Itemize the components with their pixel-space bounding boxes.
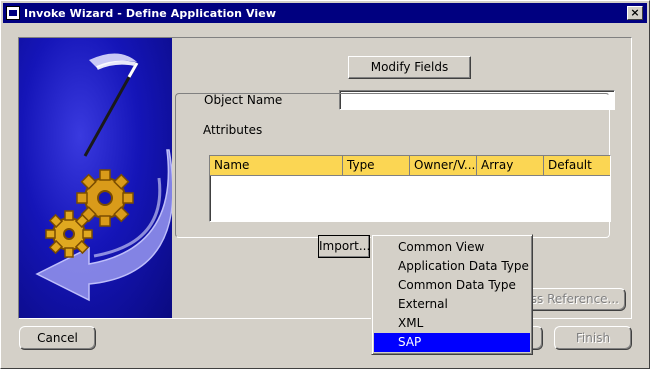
wizard-illustration [19,38,172,318]
attributes-group-label: Attributes [201,123,265,137]
close-button[interactable]: × [627,6,643,20]
menu-item-xml[interactable]: XML [374,314,530,333]
menu-item-external[interactable]: External [374,295,530,314]
menu-item-common-data-type[interactable]: Common Data Type [374,276,530,295]
app-icon [6,6,20,20]
attributes-table[interactable]: Name Type Owner/V... Array Default [209,155,611,222]
menu-item-application-data-type[interactable]: Application Data Type [374,257,530,276]
modify-fields-button[interactable]: Modify Fields [348,56,471,79]
finish-button[interactable]: Finish [554,326,632,350]
title-bar[interactable]: Invoke Wizard - Define Application View … [3,3,647,23]
attributes-table-header: Name Type Owner/V... Array Default [210,156,610,176]
menu-item-sap[interactable]: SAP [374,333,530,352]
window-title: Invoke Wizard - Define Application View [24,6,277,20]
column-header-array[interactable]: Array [477,156,544,176]
menu-item-common-view[interactable]: Common View [374,238,530,257]
column-header-type[interactable]: Type [343,156,410,176]
cancel-button[interactable]: Cancel [19,326,96,350]
wizard-window: Invoke Wizard - Define Application View … [0,0,650,369]
wand-gears-icon [35,53,172,302]
import-button[interactable]: Import... [318,235,370,258]
import-context-menu: Common View Application Data Type Common… [371,234,533,355]
column-header-name[interactable]: Name [210,156,343,176]
column-header-default[interactable]: Default [544,156,610,176]
column-header-owner[interactable]: Owner/V... [410,156,477,176]
